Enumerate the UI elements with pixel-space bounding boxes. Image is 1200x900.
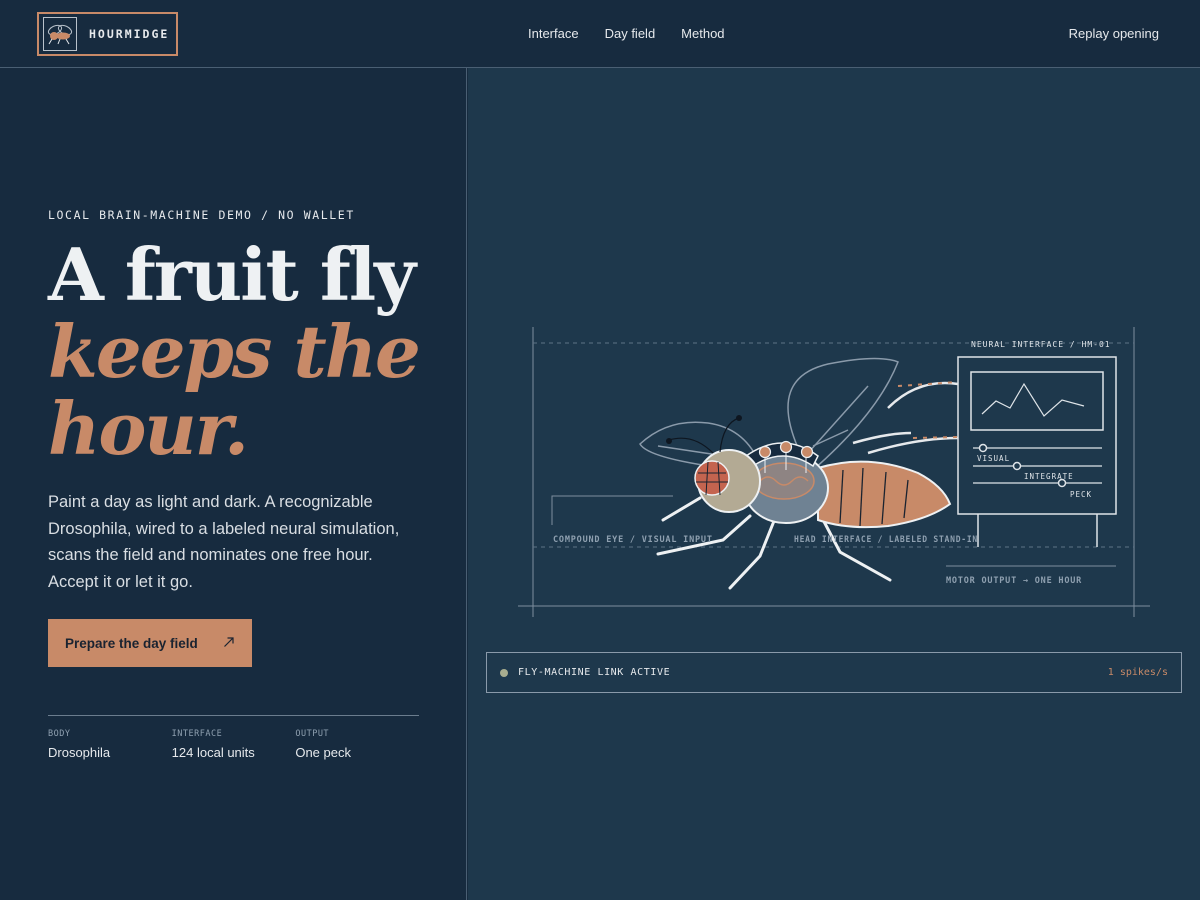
stat-body: BODY Drosophila <box>48 729 172 760</box>
hero-title-line-2: keeps the <box>48 309 421 394</box>
status-text: FLY-MACHINE LINK ACTIVE <box>518 667 671 678</box>
stat-value: Drosophila <box>48 745 111 760</box>
fly-logo-icon <box>43 17 77 51</box>
brand-name: HOURMIDGE <box>89 27 170 41</box>
hero-title-line-3: hour. <box>48 386 249 471</box>
slider-label-integrate: INTEGRATE <box>1024 472 1074 481</box>
fly-abdomen <box>817 460 952 529</box>
site-header: HOURMIDGE Interface Day field Method Rep… <box>0 0 1200 68</box>
cta-label: Prepare the day field <box>65 635 198 651</box>
stat-label: INTERFACE <box>171 729 223 739</box>
stat-value: 124 local units <box>171 745 255 760</box>
status-dot-icon <box>500 668 508 677</box>
brand-logo-link[interactable]: HOURMIDGE <box>37 12 178 56</box>
spike-rate: 1 spikes/s <box>1107 667 1168 678</box>
stat-label: BODY <box>48 729 71 739</box>
neural-interface-panel <box>957 356 1117 547</box>
hero-eyebrow: LOCAL BRAIN-MACHINE DEMO / NO WALLET <box>48 208 355 222</box>
stat-interface: INTERFACE 124 local units <box>172 729 296 760</box>
stat-output: OUTPUT One peck <box>295 729 419 760</box>
stats-row: BODY Drosophila INTERFACE 124 local unit… <box>48 715 419 760</box>
hero-title: A fruit fly keeps the hour. <box>48 232 421 471</box>
stat-value: One peck <box>295 745 351 760</box>
main-nav: Interface Day field Method <box>528 26 725 41</box>
panel-title: NEURAL INTERFACE / HM-01 <box>971 340 1111 349</box>
eye-label: COMPOUND EYE / VISUAL INPUT <box>553 535 713 545</box>
nav-link-interface[interactable]: Interface <box>528 26 579 41</box>
stat-label: OUTPUT <box>295 729 330 739</box>
replay-opening-link[interactable]: Replay opening <box>1069 26 1159 41</box>
hero-section: LOCAL BRAIN-MACHINE DEMO / NO WALLET A f… <box>0 68 467 900</box>
motor-output-label: MOTOR OUTPUT → ONE HOUR <box>946 576 1082 586</box>
hero-lede: Paint a day as light and dark. A recogni… <box>48 493 400 591</box>
nav-link-day-field[interactable]: Day field <box>605 26 656 41</box>
fly-interface-diagram: NEURAL INTERFACE / HM-01 VISUAL INTEGRAT… <box>518 327 1150 617</box>
arrow-up-right-icon <box>223 636 235 651</box>
slider-label-peck: PECK <box>1070 490 1092 499</box>
hero-title-line-1: A fruit fly <box>48 232 416 317</box>
slider-label-visual: VISUAL <box>977 454 1010 463</box>
nav-link-method[interactable]: Method <box>681 26 724 41</box>
diagram-section: NEURAL INTERFACE / HM-01 VISUAL INTEGRAT… <box>468 68 1200 900</box>
link-status-bar: FLY-MACHINE LINK ACTIVE 1 spikes/s <box>486 652 1182 693</box>
prepare-day-field-button[interactable]: Prepare the day field <box>48 619 252 667</box>
head-label: HEAD INTERFACE / LABELED STAND-IN <box>794 535 978 545</box>
